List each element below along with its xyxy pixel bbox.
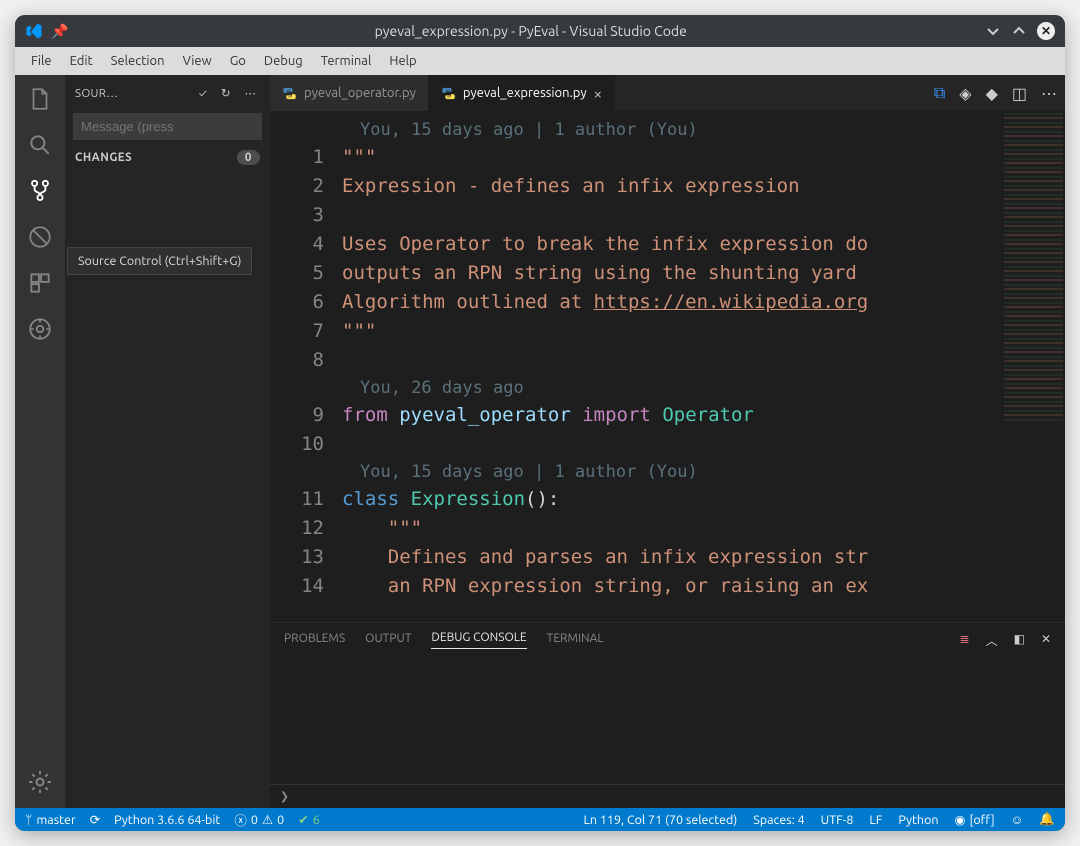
code-editor[interactable]: You, 15 days ago | 1 author (You) 1""" 2…	[270, 111, 1065, 622]
maximize-icon[interactable]	[1011, 23, 1027, 39]
menu-view[interactable]: View	[175, 52, 220, 70]
tab-pyeval-operator[interactable]: pyeval_operator.py	[270, 75, 429, 111]
panel-tab-terminal[interactable]: TERMINAL	[547, 632, 604, 649]
vscode-logo-icon	[25, 22, 43, 40]
menu-edit[interactable]: Edit	[62, 52, 101, 70]
editor-more-icon[interactable]: ⋯	[1041, 84, 1057, 103]
debug-console-body[interactable]	[270, 657, 1065, 784]
editor-area: pyeval_operator.py pyeval_expression.py …	[270, 75, 1065, 808]
tab-close-icon[interactable]: ×	[594, 85, 602, 102]
pin-icon[interactable]: 📌	[51, 23, 68, 40]
toggle-preview-icon[interactable]: ◈	[959, 84, 971, 103]
gitlens-annotation: You, 15 days ago | 1 author (You)	[270, 117, 1001, 143]
status-python[interactable]: Python 3.6.6 64-bit	[114, 813, 220, 827]
refresh-icon[interactable]: ↻	[217, 86, 235, 100]
source-control-icon[interactable]	[26, 177, 54, 205]
status-language[interactable]: Python	[898, 813, 938, 827]
settings-gear-icon[interactable]	[26, 768, 54, 796]
clear-console-icon[interactable]: ≣	[960, 632, 970, 649]
changes-label: CHANGES	[75, 151, 237, 164]
titlebar: 📌 pyeval_expression.py - PyEval - Visual…	[15, 15, 1065, 47]
sidebar-header: SOUR… ✓ ↻ ⋯	[65, 75, 270, 111]
status-encoding[interactable]: UTF-8	[821, 813, 854, 827]
debug-console-input[interactable]: ❯	[270, 784, 1065, 808]
search-icon[interactable]	[26, 131, 54, 159]
panel-tab-problems[interactable]: PROBLEMS	[284, 632, 345, 649]
changes-section[interactable]: CHANGES 0	[65, 142, 270, 173]
minimap[interactable]	[1001, 111, 1065, 622]
status-feedback-icon[interactable]: ☺	[1011, 813, 1024, 827]
vscode-window: 📌 pyeval_expression.py - PyEval - Visual…	[15, 15, 1065, 831]
sidebar-tooltip: Source Control (Ctrl+Shift+G)	[67, 247, 252, 275]
panel-tabs: PROBLEMS OUTPUT DEBUG CONSOLE TERMINAL ≣…	[270, 623, 1065, 657]
sidebar-title: SOUR…	[75, 87, 189, 100]
commit-icon[interactable]: ✓	[195, 87, 211, 100]
status-bell-icon[interactable]: 🔔	[1039, 812, 1055, 827]
panel-collapse-icon[interactable]: ︿	[986, 632, 998, 649]
window-title: pyeval_expression.py - PyEval - Visual S…	[76, 23, 985, 39]
status-tests-pass[interactable]: ✔ 6	[298, 812, 320, 827]
menubar: File Edit Selection View Go Debug Termin…	[15, 47, 1065, 75]
bottom-panel: PROBLEMS OUTPUT DEBUG CONSOLE TERMINAL ≣…	[270, 622, 1065, 808]
more-icon[interactable]: ⋯	[241, 86, 261, 100]
status-liveshare[interactable]: ◉ [off]	[955, 812, 995, 827]
status-indent[interactable]: Spaces: 4	[753, 813, 804, 827]
menu-help[interactable]: Help	[381, 52, 424, 70]
activity-bar	[15, 75, 65, 808]
explorer-icon[interactable]	[26, 85, 54, 113]
editor-tabs: pyeval_operator.py pyeval_expression.py …	[270, 75, 1065, 111]
panel-close-icon[interactable]: ✕	[1041, 632, 1051, 649]
statusbar: ᛘ master ⟳ Python 3.6.6 64-bit ⓧ 0 ⚠ 0 ✔…	[15, 808, 1065, 831]
menu-go[interactable]: Go	[222, 52, 254, 70]
debug-icon[interactable]	[26, 223, 54, 251]
menu-debug[interactable]: Debug	[256, 52, 311, 70]
main-area: Source Control (Ctrl+Shift+G) SOUR… ✓ ↻ …	[15, 75, 1065, 808]
panel-maximize-icon[interactable]: ◧	[1014, 632, 1025, 649]
commit-message-input[interactable]	[73, 113, 262, 140]
panel-tab-debug-console[interactable]: DEBUG CONSOLE	[431, 631, 526, 649]
tab-label: pyeval_operator.py	[304, 86, 416, 100]
status-eol[interactable]: LF	[869, 813, 882, 827]
tab-actions: ⧉ ◈ ◆ ◫ ⋯	[926, 75, 1065, 111]
extensions-icon[interactable]	[26, 269, 54, 297]
menu-selection[interactable]: Selection	[103, 52, 173, 70]
diff-icon[interactable]: ◆	[986, 84, 998, 103]
panel-tab-output[interactable]: OUTPUT	[365, 632, 411, 649]
split-editor-icon[interactable]: ◫	[1012, 84, 1027, 103]
tab-pyeval-expression[interactable]: pyeval_expression.py ×	[429, 75, 615, 111]
gitlens-annotation: You, 26 days ago	[270, 375, 1001, 401]
changes-count-badge: 0	[237, 150, 260, 165]
minimize-icon[interactable]	[985, 23, 1001, 39]
python-file-icon	[441, 86, 456, 101]
gitlens-annotation: You, 15 days ago | 1 author (You)	[270, 459, 1001, 485]
close-icon[interactable]: ✕	[1037, 22, 1055, 40]
status-sync-icon[interactable]: ⟳	[90, 812, 100, 827]
menu-terminal[interactable]: Terminal	[313, 52, 380, 70]
status-branch[interactable]: ᛘ master	[25, 813, 76, 827]
menu-file[interactable]: File	[23, 52, 60, 70]
sidebar: SOUR… ✓ ↻ ⋯ CHANGES 0	[65, 75, 270, 808]
status-cursor-position[interactable]: Ln 119, Col 71 (70 selected)	[584, 813, 738, 827]
gitlens-icon[interactable]	[26, 315, 54, 343]
compare-changes-icon[interactable]: ⧉	[934, 84, 945, 103]
status-problems[interactable]: ⓧ 0 ⚠ 0	[234, 810, 284, 829]
tab-label: pyeval_expression.py	[463, 86, 587, 100]
python-file-icon	[282, 86, 297, 101]
